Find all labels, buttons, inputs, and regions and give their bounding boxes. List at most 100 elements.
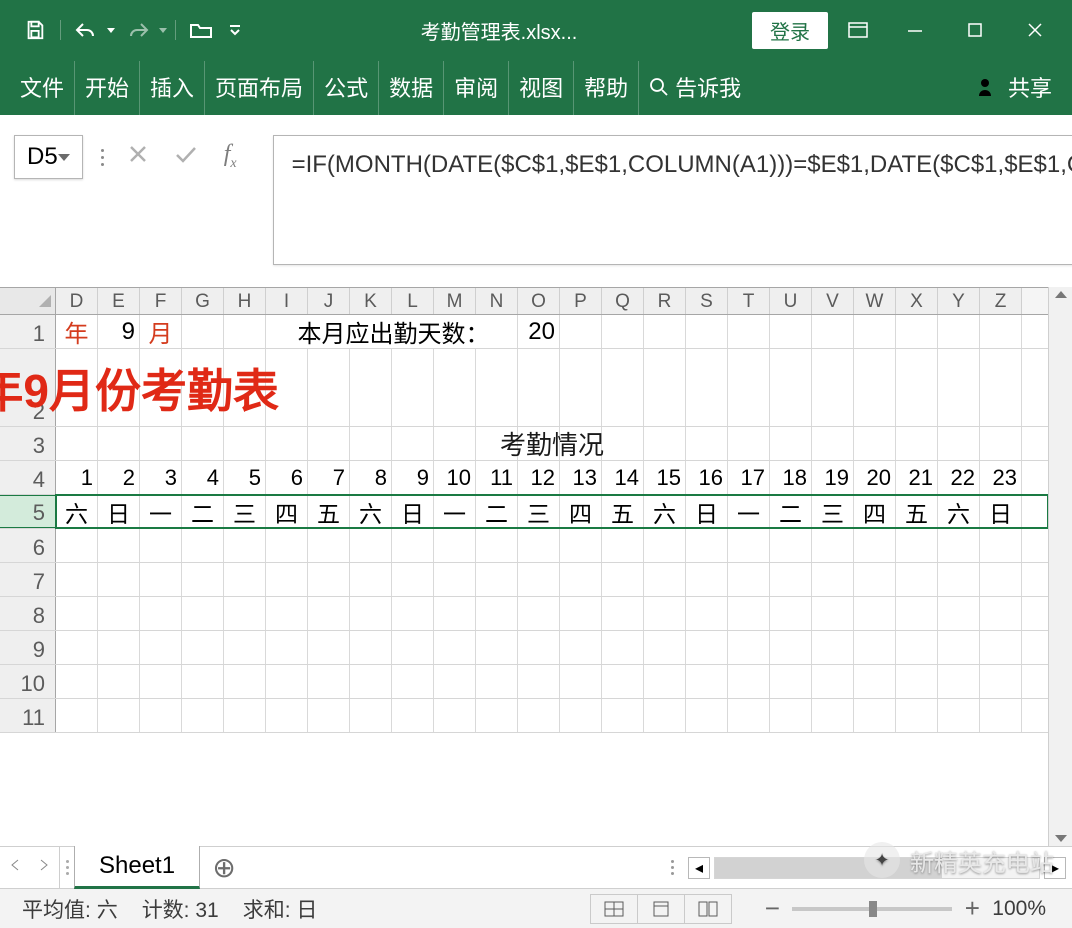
cell[interactable]	[686, 597, 728, 630]
cell[interactable]	[560, 349, 602, 426]
cell[interactable]: 9	[392, 461, 434, 494]
cell[interactable]	[308, 631, 350, 664]
cell[interactable]	[854, 597, 896, 630]
scroll-right-icon[interactable]: ▸	[1044, 857, 1066, 879]
cell[interactable]: 15	[644, 461, 686, 494]
column-header[interactable]: L	[392, 288, 434, 314]
cell[interactable]: 17	[728, 461, 770, 494]
cell[interactable]	[434, 597, 476, 630]
cell[interactable]	[434, 631, 476, 664]
cell[interactable]: 日	[980, 495, 1022, 528]
cell[interactable]	[392, 597, 434, 630]
cell[interactable]: 23	[980, 461, 1022, 494]
cell[interactable]	[812, 631, 854, 664]
cell[interactable]	[896, 315, 938, 348]
cell[interactable]	[686, 529, 728, 562]
cell[interactable]	[602, 597, 644, 630]
cell[interactable]	[896, 699, 938, 732]
cell[interactable]	[182, 349, 224, 426]
cell[interactable]: 月	[140, 315, 182, 348]
sheet-nav-prev[interactable]	[9, 858, 21, 877]
cell[interactable]	[854, 631, 896, 664]
cell[interactable]: 11	[476, 461, 518, 494]
sheet-nav-handle[interactable]	[60, 847, 74, 888]
cell[interactable]	[728, 529, 770, 562]
tab-insert[interactable]: 插入	[140, 61, 205, 115]
column-header[interactable]: M	[434, 288, 476, 314]
tab-view[interactable]: 视图	[509, 61, 574, 115]
cell[interactable]: 四	[266, 495, 308, 528]
column-header[interactable]: T	[728, 288, 770, 314]
cell[interactable]	[392, 631, 434, 664]
cell[interactable]	[560, 315, 602, 348]
cell[interactable]	[602, 315, 644, 348]
column-header[interactable]: U	[770, 288, 812, 314]
close-button[interactable]	[1008, 10, 1062, 50]
cell[interactable]	[518, 665, 560, 698]
cell[interactable]	[350, 529, 392, 562]
cell[interactable]	[896, 631, 938, 664]
cell[interactable]	[770, 631, 812, 664]
cell[interactable]	[560, 529, 602, 562]
cell[interactable]: 22	[938, 461, 980, 494]
cell[interactable]	[770, 563, 812, 596]
cell[interactable]	[686, 563, 728, 596]
zoom-in-button[interactable]: +	[962, 893, 982, 924]
cell[interactable]: 21	[896, 461, 938, 494]
select-all-button[interactable]	[0, 288, 56, 314]
qat-customize-icon[interactable]	[224, 13, 246, 47]
cell[interactable]	[896, 349, 938, 426]
cell[interactable]	[266, 597, 308, 630]
sheet-tab-1[interactable]: Sheet1	[74, 846, 200, 889]
cell[interactable]	[476, 665, 518, 698]
scroll-down-icon[interactable]	[1055, 835, 1067, 842]
cancel-formula-button[interactable]	[128, 144, 148, 169]
column-header[interactable]: W	[854, 288, 896, 314]
cell[interactable]	[308, 665, 350, 698]
cell[interactable]: 年	[56, 315, 98, 348]
column-header[interactable]: G	[182, 288, 224, 314]
cell[interactable]	[56, 665, 98, 698]
formula-bar-input[interactable]: =IF(MONTH(DATE($C$1,$E$1,COLUMN(A1)))=$E…	[273, 135, 1072, 265]
login-button[interactable]: 登录	[752, 12, 828, 49]
cell[interactable]	[56, 699, 98, 732]
cell[interactable]	[896, 563, 938, 596]
cell[interactable]	[896, 665, 938, 698]
cell[interactable]	[140, 631, 182, 664]
view-normal-button[interactable]	[590, 894, 638, 924]
cell[interactable]	[266, 529, 308, 562]
cell[interactable]	[518, 349, 560, 426]
cell[interactable]: 8	[350, 461, 392, 494]
cell[interactable]	[140, 529, 182, 562]
horizontal-scrollbar[interactable]: ◂ ▸	[682, 847, 1072, 888]
save-button[interactable]	[18, 13, 52, 47]
column-header[interactable]: F	[140, 288, 182, 314]
cell[interactable]	[182, 597, 224, 630]
undo-button[interactable]	[69, 13, 103, 47]
cell[interactable]: 10	[434, 461, 476, 494]
cell[interactable]	[938, 563, 980, 596]
cell[interactable]: 三	[224, 495, 266, 528]
cell[interactable]	[812, 529, 854, 562]
cell[interactable]	[182, 315, 224, 348]
cell[interactable]	[224, 315, 266, 348]
column-header[interactable]: H	[224, 288, 266, 314]
cell[interactable]	[98, 597, 140, 630]
cell[interactable]	[350, 349, 392, 426]
cell[interactable]	[980, 315, 1022, 348]
cell[interactable]	[854, 699, 896, 732]
ribbon-display-options-button[interactable]	[834, 10, 882, 50]
cell[interactable]	[938, 699, 980, 732]
cell[interactable]	[602, 665, 644, 698]
cell[interactable]: 五	[308, 495, 350, 528]
cell[interactable]	[182, 699, 224, 732]
cell[interactable]	[140, 699, 182, 732]
cell[interactable]	[392, 349, 434, 426]
cell[interactable]	[980, 597, 1022, 630]
cell[interactable]: 五	[896, 495, 938, 528]
cell[interactable]	[350, 665, 392, 698]
sheet-nav-next[interactable]	[38, 858, 50, 877]
cell[interactable]	[308, 563, 350, 596]
cell[interactable]: 5	[224, 461, 266, 494]
tab-file[interactable]: 文件	[10, 61, 75, 115]
